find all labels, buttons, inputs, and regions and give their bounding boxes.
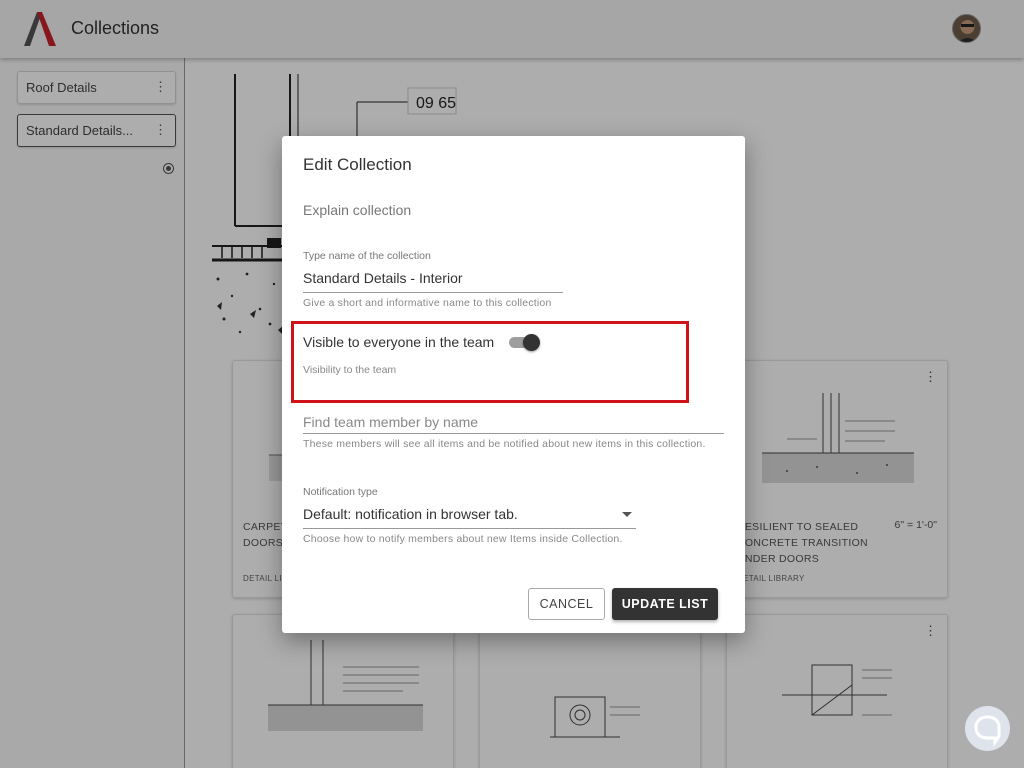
find-member-hint: These members will see all items and be … [303, 438, 706, 450]
cancel-button[interactable]: CANCEL [528, 588, 605, 620]
notification-type-label: Notification type [303, 486, 378, 498]
notification-hint: Choose how to notify members about new I… [303, 533, 623, 545]
explain-collection-field[interactable]: Explain collection [303, 202, 411, 218]
toggle-thumb [523, 334, 540, 351]
chat-support-button[interactable] [965, 706, 1010, 751]
chat-bubble-icon [974, 715, 1001, 747]
collection-name-underline [303, 292, 563, 293]
find-member-underline [303, 433, 724, 434]
dropdown-arrow-icon[interactable] [622, 512, 632, 517]
visibility-hint: Visibility to the team [303, 364, 397, 376]
collection-name-label: Type name of the collection [303, 250, 431, 262]
notification-type-select[interactable]: Default: notification in browser tab. [303, 506, 518, 522]
notification-underline [303, 528, 636, 529]
dialog-title: Edit Collection [303, 155, 412, 174]
visibility-toggle-label: Visible to everyone in the team [303, 334, 495, 350]
edit-collection-dialog: Edit Collection Explain collection Type … [282, 136, 745, 633]
update-list-button[interactable]: UPDATE LIST [612, 588, 718, 620]
visibility-toggle[interactable] [509, 334, 543, 351]
collection-name-hint: Give a short and informative name to thi… [303, 297, 552, 309]
collection-name-input[interactable]: Standard Details - Interior [303, 270, 463, 286]
find-team-member-input[interactable] [303, 410, 724, 434]
